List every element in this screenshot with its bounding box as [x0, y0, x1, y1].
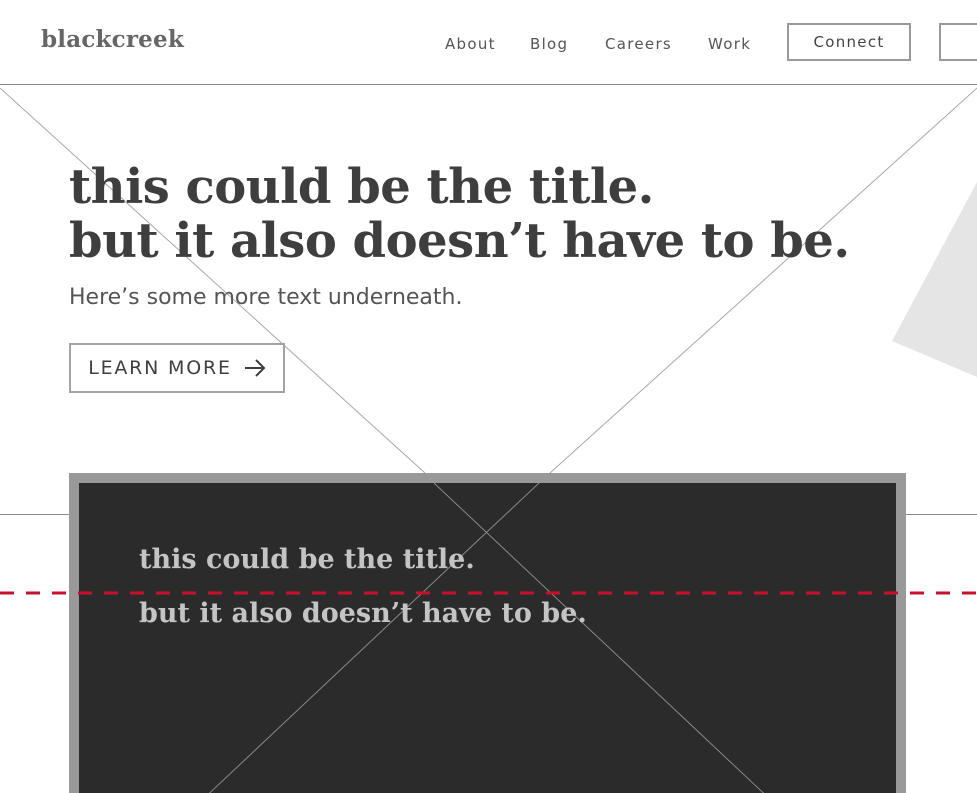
- nav-link-work[interactable]: Work: [708, 35, 751, 53]
- site-header: blackcreek About Blog Careers Work Conne…: [0, 0, 977, 85]
- guide-line: [0, 591, 977, 595]
- connect-button[interactable]: Connect: [787, 23, 911, 61]
- feature-card: this could be the title. but it also doe…: [69, 473, 906, 793]
- learn-more-label: LEARN MORE: [88, 357, 232, 379]
- brand-logo[interactable]: blackcreek: [41, 26, 184, 53]
- nav-link-careers[interactable]: Careers: [605, 35, 672, 53]
- card-title: this could be the title. but it also doe…: [139, 533, 587, 641]
- nav-link-blog[interactable]: Blog: [530, 35, 568, 53]
- arrow-right-icon: [244, 359, 266, 377]
- hero-title-line-1: this could be the title.: [69, 159, 654, 215]
- learn-more-button[interactable]: LEARN MORE: [69, 343, 285, 393]
- card-title-line-1: this could be the title.: [139, 544, 475, 575]
- hero-title: this could be the title. but it also doe…: [69, 160, 850, 268]
- menu-button[interactable]: [939, 23, 977, 61]
- nav-link-about[interactable]: About: [445, 35, 496, 53]
- hero-subtitle: Here’s some more text underneath.: [69, 285, 463, 310]
- hero-title-line-2: but it also doesn’t have to be.: [69, 213, 850, 269]
